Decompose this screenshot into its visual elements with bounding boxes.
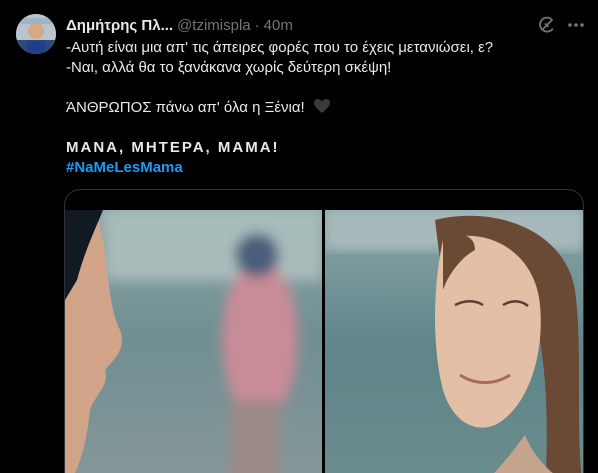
grok-icon[interactable] <box>537 15 557 35</box>
media-image-left[interactable] <box>65 210 322 473</box>
tweet-line-text: ΆΝΘΡΩΠΟΣ πάνω απ' όλα η Ξένια! <box>66 99 305 116</box>
media-grid[interactable] <box>64 189 584 473</box>
tweet-line: -Αυτή είναι μια απ' τις άπειρες φορές πο… <box>66 39 494 56</box>
timestamp[interactable]: 40m <box>264 17 293 34</box>
black-heart-icon <box>313 99 330 113</box>
tweet-line: -Ναι, αλλά θα το ξανάκανα χωρίς δεύτερη … <box>66 59 392 76</box>
tweet-line: ΜΑΝΑ, ΜΗΤΕΡΑ, ΜΑΜΑ! <box>66 139 280 156</box>
separator-dot: · <box>254 16 260 34</box>
avatar[interactable] <box>16 14 56 54</box>
user-handle[interactable]: @tzimispla <box>177 17 251 34</box>
media-image-right[interactable] <box>325 210 583 473</box>
tweet-line: ΆΝΘΡΩΠΟΣ πάνω απ' όλα η Ξένια! <box>66 98 582 118</box>
display-name[interactable]: Δημήτρης Πλ... <box>66 17 173 34</box>
more-dots-icon[interactable] <box>566 15 586 35</box>
hashtag-link[interactable]: #NaMeLesMama <box>66 158 582 178</box>
tweet-header: Δημήτρης Πλ... @tzimispla · 40m <box>66 15 548 35</box>
tweet[interactable]: Δημήτρης Πλ... @tzimispla · 40m -Αυτή εί… <box>0 0 598 473</box>
tweet-text: -Αυτή είναι μια απ' τις άπειρες φορές πο… <box>66 38 582 178</box>
